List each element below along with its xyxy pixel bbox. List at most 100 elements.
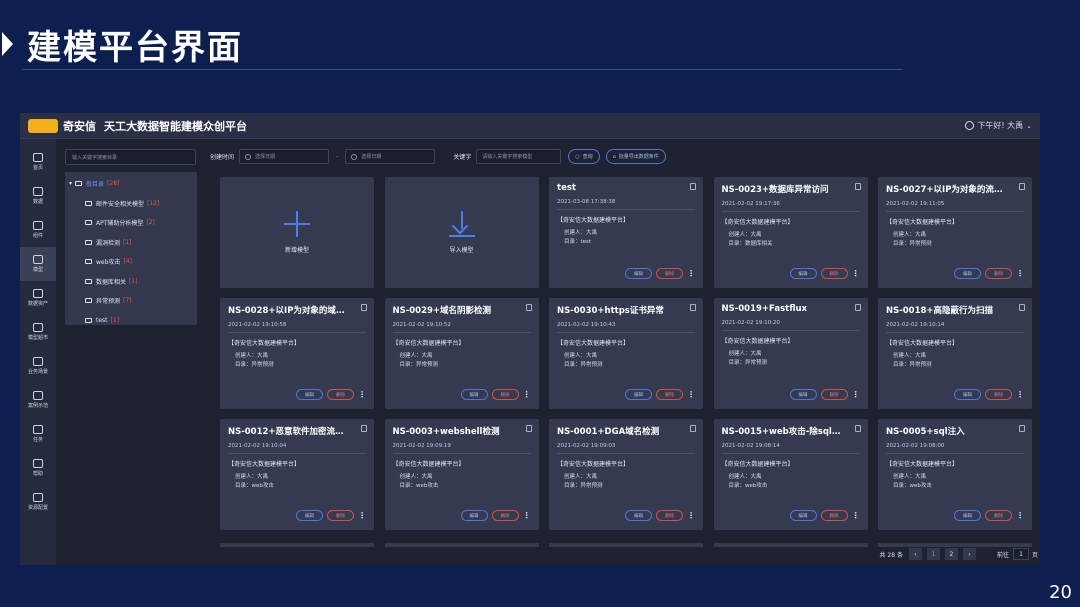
model-card[interactable]: NS-0003+webshell检测 2021-02-02 19:09:19 【奇安… bbox=[384, 419, 539, 530]
next-page-button[interactable]: › bbox=[962, 548, 976, 560]
delete-button[interactable]: 删除 bbox=[820, 268, 848, 279]
edit-button[interactable]: 编辑 bbox=[625, 510, 652, 521]
more-icon[interactable]: ⋮ bbox=[852, 511, 860, 520]
model-title[interactable]: NS-0003+webshell检测 bbox=[393, 425, 515, 437]
bookmark-icon[interactable] bbox=[1019, 304, 1025, 311]
nav-item-7[interactable]: 案例示范 bbox=[20, 383, 56, 417]
more-icon[interactable]: ⋮ bbox=[523, 390, 531, 399]
edit-button[interactable]: 编辑 bbox=[954, 268, 981, 279]
end-date-input[interactable]: 选择日期 bbox=[345, 149, 436, 164]
model-title[interactable]: NS-0023+数据库异常访问 bbox=[722, 183, 844, 195]
nav-item-1[interactable]: 数据 bbox=[20, 179, 56, 213]
more-icon[interactable]: ⋮ bbox=[1016, 511, 1024, 520]
bookmark-icon[interactable] bbox=[690, 304, 696, 311]
model-card[interactable]: NS-0027+以IP为对象的流量统计 2021-02-02 19:11:05 【奇… bbox=[878, 177, 1032, 288]
tree-item[interactable]: 数据库相关 [1] bbox=[65, 272, 197, 292]
model-title[interactable]: test bbox=[557, 183, 679, 193]
bookmark-icon[interactable] bbox=[525, 304, 532, 311]
delete-button[interactable]: 删除 bbox=[327, 389, 354, 400]
bookmark-icon[interactable] bbox=[1019, 425, 1025, 432]
more-icon[interactable]: ⋮ bbox=[852, 390, 860, 399]
delete-button[interactable]: 删除 bbox=[985, 389, 1012, 400]
delete-button[interactable]: 删除 bbox=[656, 268, 683, 279]
nav-item-0[interactable]: 首页 bbox=[20, 145, 56, 179]
model-title[interactable]: NS-0018+高隐蔽行为扫描 bbox=[886, 304, 1008, 316]
delete-button[interactable]: 删除 bbox=[985, 510, 1012, 521]
edit-button[interactable]: 编辑 bbox=[789, 389, 817, 400]
bookmark-icon[interactable] bbox=[525, 425, 532, 432]
delete-button[interactable]: 删除 bbox=[985, 268, 1012, 279]
prev-page-button[interactable]: ‹ bbox=[908, 548, 922, 560]
tree-item[interactable]: 漏洞检测 [1] bbox=[65, 233, 197, 253]
nav-item-10[interactable]: 资源配置 bbox=[20, 485, 56, 519]
delete-button[interactable]: 删除 bbox=[820, 389, 848, 400]
more-icon[interactable]: ⋮ bbox=[358, 511, 366, 520]
keyword-input[interactable]: 请输入关键字搜索模型 bbox=[476, 149, 562, 164]
tree-item[interactable]: web攻击 [4] bbox=[65, 252, 197, 272]
more-icon[interactable]: ⋮ bbox=[523, 511, 531, 520]
bookmark-icon[interactable] bbox=[1019, 183, 1025, 190]
delete-button[interactable]: 删除 bbox=[327, 510, 354, 521]
model-card[interactable]: test 2021-03-08 17:38:38 【奇安信大数据建模平台】 创建人：大… bbox=[549, 177, 703, 288]
model-card[interactable]: NS-0005+sql注入 2021-02-02 19:08:00 【奇安信大数据建… bbox=[878, 419, 1032, 530]
tree-item[interactable]: 邮件安全相关模型 [12] bbox=[65, 194, 197, 214]
nav-item-5[interactable]: 模型超市 bbox=[20, 315, 56, 349]
more-icon[interactable]: ⋮ bbox=[687, 390, 695, 399]
nav-item-4[interactable]: 数据资产 bbox=[20, 281, 56, 315]
bookmark-icon[interactable] bbox=[854, 425, 861, 432]
edit-button[interactable]: 编辑 bbox=[789, 268, 817, 279]
delete-button[interactable]: 删除 bbox=[656, 510, 683, 521]
user-menu[interactable]: 下午好! 大禹 ⌄ bbox=[965, 120, 1032, 131]
edit-button[interactable]: 编辑 bbox=[460, 510, 488, 521]
delete-button[interactable]: 删除 bbox=[820, 510, 848, 521]
more-icon[interactable]: ⋮ bbox=[687, 269, 695, 278]
nav-item-6[interactable]: 业务场景 bbox=[20, 349, 56, 383]
model-card[interactable]: NS-0015+web攻击-除sql注入 2021-02-02 19:08:14 【… bbox=[713, 419, 868, 530]
tree-item[interactable]: test [1] bbox=[65, 311, 197, 331]
nav-item-8[interactable]: 任务 bbox=[20, 417, 56, 451]
tree-item[interactable]: APT辅助分析模型 [2] bbox=[65, 213, 197, 233]
edit-button[interactable]: 编辑 bbox=[296, 510, 323, 521]
more-icon[interactable]: ⋮ bbox=[687, 511, 695, 520]
edit-button[interactable]: 编辑 bbox=[625, 389, 652, 400]
edit-button[interactable]: 编辑 bbox=[625, 268, 652, 279]
bookmark-icon[interactable] bbox=[854, 183, 861, 190]
start-date-input[interactable]: 选择日期 bbox=[239, 149, 330, 164]
delete-button[interactable]: 删除 bbox=[491, 389, 519, 400]
tree-item[interactable]: 异常预测 [7] bbox=[65, 291, 197, 311]
import-model-card[interactable]: 导入模型 bbox=[384, 177, 539, 288]
more-icon[interactable]: ⋮ bbox=[358, 390, 366, 399]
model-card[interactable]: NS-0019+Fastflux 2021-02-02 19:10:20 【奇安信大… bbox=[713, 298, 868, 409]
nav-item-2[interactable]: 组件 bbox=[20, 213, 56, 247]
model-card[interactable]: NS-0030+https证书异常 2021-02-02 19:10:43 【奇安信… bbox=[549, 298, 703, 409]
model-card[interactable]: NS-0001+DGA域名检测 2021-02-02 19:09:03 【奇安信大数… bbox=[549, 419, 703, 530]
nav-item-9[interactable]: 帮助 bbox=[20, 451, 56, 485]
nav-item-3[interactable]: 模型 bbox=[20, 247, 56, 281]
model-title[interactable]: NS-0012+恶意软件加密流量检测 bbox=[228, 425, 350, 437]
model-card[interactable]: NS-0012+恶意软件加密流量检测 2021-02-02 19:10:04 【奇安… bbox=[220, 419, 374, 530]
edit-button[interactable]: 编辑 bbox=[954, 510, 981, 521]
search-button[interactable]: ○ 查询 bbox=[568, 149, 600, 164]
model-title[interactable]: NS-0019+Fastflux bbox=[722, 304, 844, 314]
batch-export-button[interactable]: ⌂ 批量导出数据条件 bbox=[605, 149, 666, 164]
tree-root[interactable]: ▾ 根目录 [28] bbox=[65, 174, 197, 194]
more-icon[interactable]: ⋮ bbox=[1016, 269, 1024, 278]
goto-page-input[interactable]: 1 bbox=[1012, 548, 1029, 560]
page-1-button[interactable]: 1 bbox=[926, 548, 940, 560]
more-icon[interactable]: ⋮ bbox=[1016, 390, 1024, 399]
edit-button[interactable]: 编辑 bbox=[460, 389, 488, 400]
model-card[interactable]: NS-0028+以IP为对象的域名访问 2021-02-02 19:10:58 【奇… bbox=[220, 298, 374, 409]
model-title[interactable]: NS-0030+https证书异常 bbox=[557, 304, 679, 316]
model-title[interactable]: NS-0028+以IP为对象的域名访问 bbox=[228, 304, 350, 316]
model-title[interactable]: NS-0015+web攻击-除sql注入 bbox=[722, 425, 844, 437]
model-title[interactable]: NS-0027+以IP为对象的流量统计 bbox=[886, 183, 1008, 195]
bookmark-icon[interactable] bbox=[690, 425, 696, 432]
bookmark-icon[interactable] bbox=[361, 304, 367, 311]
more-icon[interactable]: ⋮ bbox=[852, 269, 860, 278]
edit-button[interactable]: 编辑 bbox=[296, 389, 323, 400]
tree-search-input[interactable]: 输入关键字搜索目录 bbox=[65, 149, 196, 165]
edit-button[interactable]: 编辑 bbox=[789, 510, 817, 521]
delete-button[interactable]: 删除 bbox=[491, 510, 519, 521]
delete-button[interactable]: 删除 bbox=[656, 389, 683, 400]
model-card[interactable]: NS-0023+数据库异常访问 2021-02-02 19:17:36 【奇安信大数… bbox=[713, 177, 868, 288]
